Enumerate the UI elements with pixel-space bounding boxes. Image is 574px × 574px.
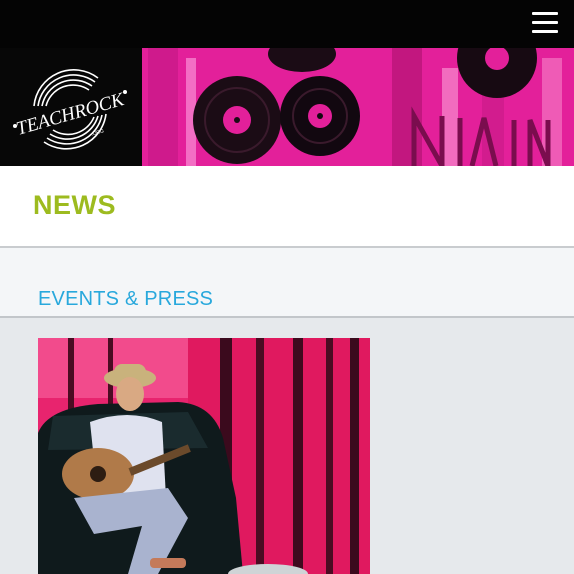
menu-bar-line xyxy=(532,12,558,15)
article-image-link[interactable] xyxy=(38,338,370,574)
page-title-band: NEWS xyxy=(0,166,574,248)
hamburger-menu-button[interactable] xyxy=(532,12,558,34)
top-nav-bar xyxy=(0,0,574,48)
header-banner: TEACHROCK .ORG xyxy=(0,48,574,166)
section-header-band: EVENTS & PRESS xyxy=(0,248,574,318)
article-list xyxy=(0,318,574,574)
logo-wordmark: TEACHROCK xyxy=(14,89,128,140)
section-title: EVENTS & PRESS xyxy=(38,288,214,310)
logo-link[interactable]: TEACHROCK .ORG xyxy=(0,48,142,166)
article-photo xyxy=(38,338,370,574)
teachrock-logo: TEACHROCK .ORG xyxy=(13,69,128,150)
logo-suffix: .ORG xyxy=(91,128,105,137)
page-title: NEWS xyxy=(33,190,116,220)
menu-bar-line xyxy=(532,30,558,33)
menu-bar-line xyxy=(532,21,558,24)
vinyl-records-artwork xyxy=(142,48,574,166)
banner-hero-image xyxy=(142,48,574,166)
